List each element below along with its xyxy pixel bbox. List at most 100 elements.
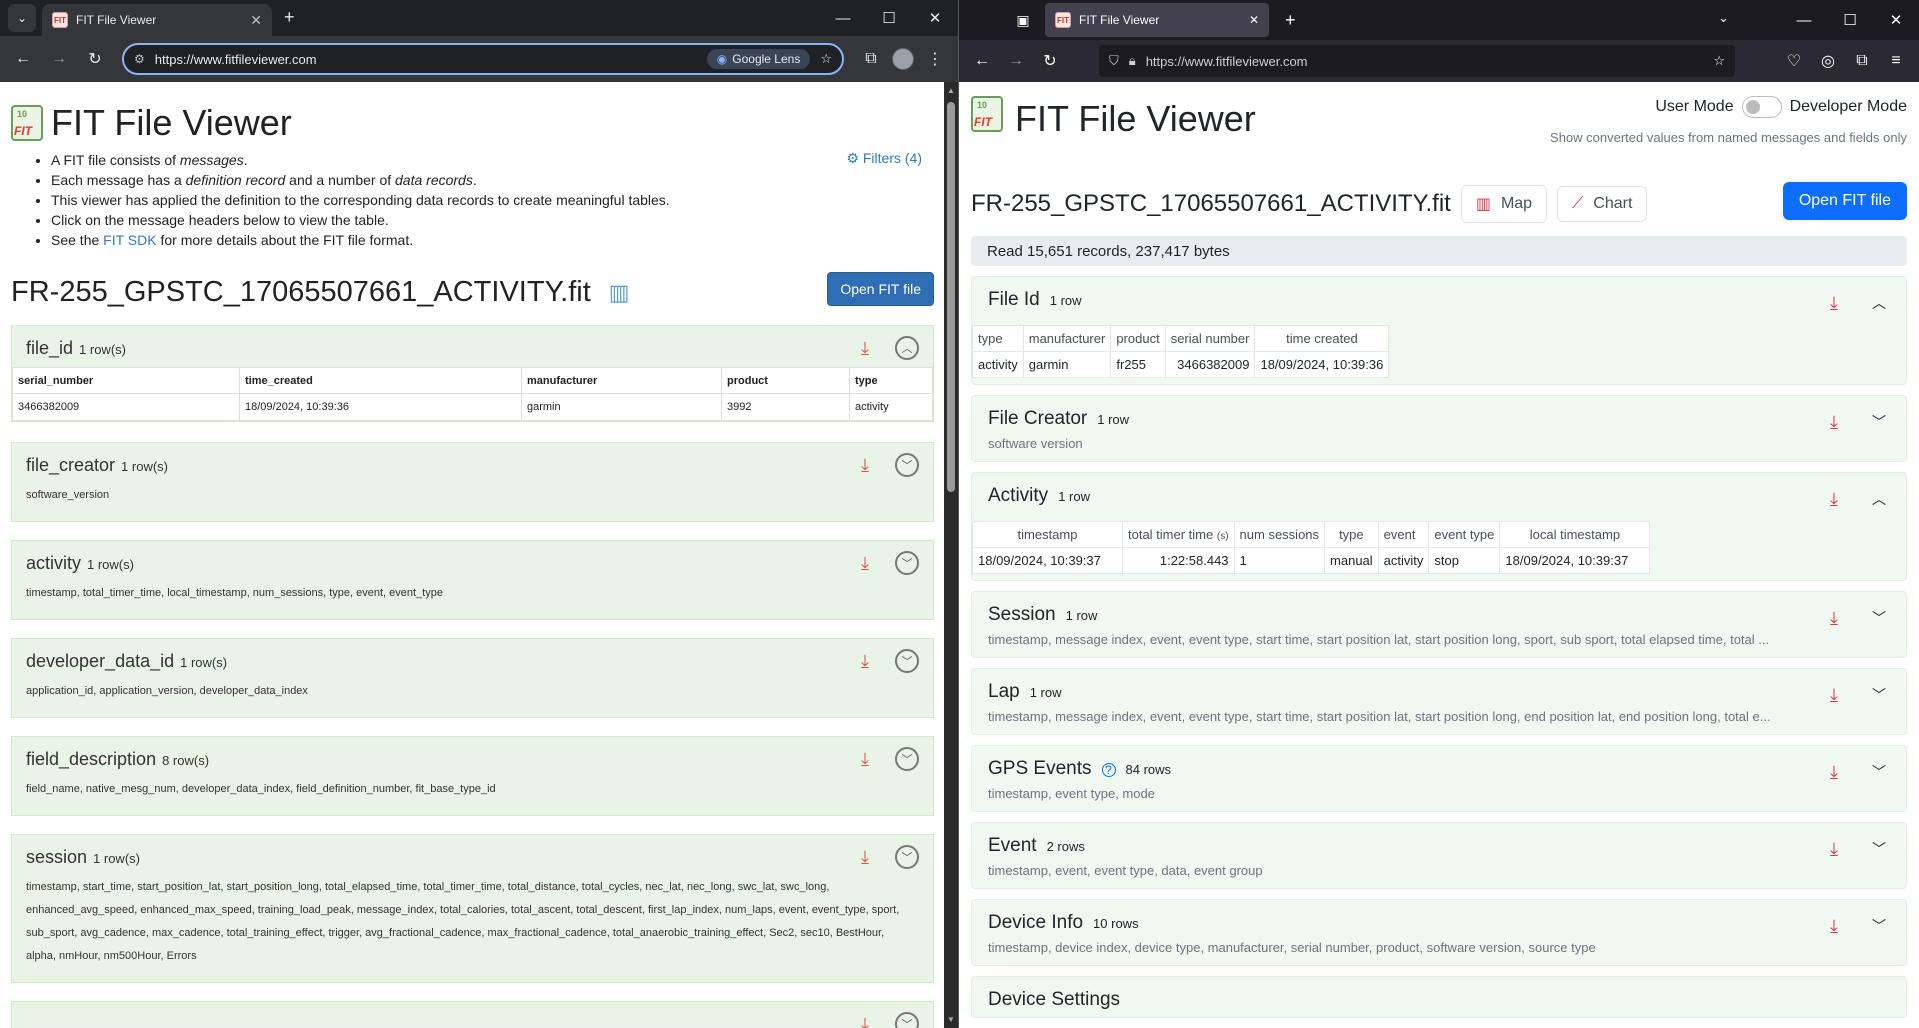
chevron-down-icon[interactable]: ﹀	[1872, 608, 1886, 628]
chevron-down-icon[interactable]: ﹀	[895, 1012, 919, 1028]
panel-header[interactable]: field_description 8 row(s)	[12, 737, 933, 778]
maximize-icon[interactable]: ☐	[1827, 0, 1873, 40]
chart-button[interactable]: ⟋ Chart	[1557, 186, 1648, 222]
panel-header[interactable]: file_id 1 row(s)	[12, 326, 933, 367]
profile-avatar[interactable]	[892, 48, 914, 70]
column-header[interactable]: time created	[1254, 325, 1390, 352]
minimize-icon[interactable]: —	[820, 0, 866, 36]
bookmark-star-icon[interactable]: ☆	[1713, 53, 1725, 69]
column-header[interactable]: event type	[1428, 521, 1501, 548]
chevron-down-icon[interactable]: ﹀	[1872, 839, 1886, 859]
chevron-down-icon[interactable]: ﹀	[895, 845, 919, 869]
panel-header[interactable]: Lap 1 row	[972, 669, 1906, 709]
chevron-up-icon[interactable]: ︿	[1872, 293, 1886, 313]
account-icon[interactable]: ◎	[1813, 46, 1843, 76]
map-button[interactable]: ▥ Map	[1460, 185, 1548, 223]
maximize-icon[interactable]: ☐	[866, 0, 912, 36]
menu-icon[interactable]: ≡	[1881, 46, 1911, 76]
scroll-down-icon[interactable]: ▼	[947, 1015, 955, 1024]
map-icon[interactable]: ▥	[609, 280, 630, 306]
column-header[interactable]: type	[1324, 521, 1379, 548]
column-header[interactable]: manufacturer	[521, 367, 722, 394]
download-icon[interactable]: ⤓	[1830, 762, 1838, 783]
column-header[interactable]: type	[972, 325, 1024, 352]
fit-sdk-link[interactable]: FIT SDK	[103, 232, 156, 248]
close-window-icon[interactable]: ✕	[912, 0, 958, 36]
list-all-tabs-icon[interactable]: ⌄	[1718, 10, 1729, 26]
close-tab-icon[interactable]: ✕	[250, 12, 262, 29]
column-header[interactable]: timestamp	[972, 521, 1123, 548]
tab-search-icon[interactable]: ⌄	[8, 4, 36, 32]
scrollbar[interactable]: ▲ ▼	[944, 82, 958, 1028]
chevron-down-icon[interactable]: ﹀	[1872, 762, 1886, 782]
chevron-down-icon[interactable]: ﹀	[895, 453, 919, 477]
column-header[interactable]: product	[721, 367, 850, 394]
column-header[interactable]: num sessions	[1233, 521, 1326, 548]
lock-icon[interactable]: 🔒︎	[1129, 53, 1136, 69]
chevron-down-icon[interactable]: ﹀	[895, 747, 919, 771]
firefox-view-icon[interactable]: ▣	[1009, 6, 1037, 34]
panel-header[interactable]: developer_data_id 1 row(s)	[12, 639, 933, 680]
download-icon[interactable]: ⤓	[1830, 412, 1838, 433]
address-bar[interactable]: ⚙ https://www.fitfileviewer.com ◉ Google…	[122, 43, 844, 75]
extensions-icon[interactable]: ⧉	[856, 44, 886, 74]
column-header[interactable]: local timestamp	[1499, 521, 1651, 548]
chevron-up-icon[interactable]: ︿	[1872, 489, 1886, 509]
new-tab-icon[interactable]: +	[1285, 10, 1296, 31]
forward-icon[interactable]: →	[44, 44, 74, 74]
download-icon[interactable]: ⤓	[1830, 293, 1838, 314]
chevron-down-icon[interactable]: ﹀	[1872, 412, 1886, 432]
download-icon[interactable]: ⤓	[853, 338, 877, 362]
download-icon[interactable]: ⤓	[853, 749, 877, 773]
panel-header[interactable]: file_creator 1 row(s)	[12, 443, 933, 484]
column-header[interactable]: product	[1110, 325, 1166, 352]
pocket-icon[interactable]: ♡	[1779, 46, 1809, 76]
panel-header[interactable]: Event 2 rows	[972, 823, 1906, 863]
open-fit-file-button[interactable]: Open FIT file	[827, 272, 934, 306]
column-header[interactable]: serial number	[1164, 325, 1256, 352]
panel-header[interactable]: Session 1 row	[972, 592, 1906, 632]
google-lens-button[interactable]: ◉ Google Lens	[706, 49, 811, 69]
help-icon[interactable]: ?	[1101, 763, 1116, 777]
panel-header[interactable]: session 1 row(s)	[12, 835, 933, 876]
address-bar[interactable]: ⛉ 🔒︎ https://www.fitfileviewer.com ☆	[1099, 45, 1735, 77]
back-icon[interactable]: ←	[967, 46, 997, 76]
panel-header[interactable]: GPS Events ? 84 rows	[972, 746, 1906, 786]
mode-toggle[interactable]	[1741, 96, 1782, 118]
column-header[interactable]: serial_number	[12, 367, 240, 394]
chevron-down-icon[interactable]: ﹀	[1872, 916, 1886, 936]
column-header[interactable]: event	[1377, 521, 1430, 548]
download-icon[interactable]: ⤓	[853, 553, 877, 577]
site-info-icon[interactable]: ⚙	[134, 52, 145, 66]
chrome-menu-icon[interactable]: ⋮	[920, 44, 950, 74]
column-header[interactable]: type	[849, 367, 933, 394]
url-text[interactable]: https://www.fitfileviewer.com	[1146, 54, 1704, 69]
download-icon[interactable]: ⤓	[1830, 839, 1838, 860]
back-icon[interactable]: ←	[8, 44, 38, 74]
minimize-icon[interactable]: —	[1781, 0, 1827, 40]
forward-icon[interactable]: →	[1001, 46, 1031, 76]
filters-button[interactable]: ⚙ Filters (4)	[846, 150, 922, 167]
chevron-down-icon[interactable]: ﹀	[1872, 685, 1886, 705]
firefox-tab-fit-viewer[interactable]: FIT FIT File Viewer ✕	[1045, 3, 1269, 37]
column-header[interactable]: manufacturer	[1022, 325, 1112, 352]
chevron-down-icon[interactable]: ﹀	[895, 551, 919, 575]
chevron-down-icon[interactable]: ﹀	[895, 649, 919, 673]
panel-header[interactable]: File Id 1 row	[972, 277, 1906, 325]
chevron-up-icon[interactable]: ︿	[895, 336, 919, 360]
new-tab-icon[interactable]: +	[284, 7, 295, 28]
column-header[interactable]: total timer time (s)	[1122, 521, 1235, 548]
panel-header[interactable]: File Creator 1 row	[972, 396, 1906, 436]
reload-icon[interactable]: ↻	[80, 44, 110, 74]
panel-header[interactable]: Device Settings	[972, 977, 1906, 1017]
close-window-icon[interactable]: ✕	[1873, 0, 1919, 40]
open-fit-file-button[interactable]: Open FIT file	[1782, 182, 1907, 220]
column-header[interactable]: time_created	[239, 367, 522, 394]
download-icon[interactable]: ⤓	[1830, 916, 1838, 937]
bookmark-star-icon[interactable]: ☆	[820, 51, 832, 67]
download-icon[interactable]: ⤓	[1830, 489, 1838, 510]
scroll-up-icon[interactable]: ▲	[947, 86, 955, 95]
panel-header[interactable]: Activity 1 row	[972, 473, 1906, 521]
close-tab-icon[interactable]: ✕	[1249, 13, 1259, 27]
panel-header[interactable]: activity 1 row(s)	[12, 541, 933, 582]
